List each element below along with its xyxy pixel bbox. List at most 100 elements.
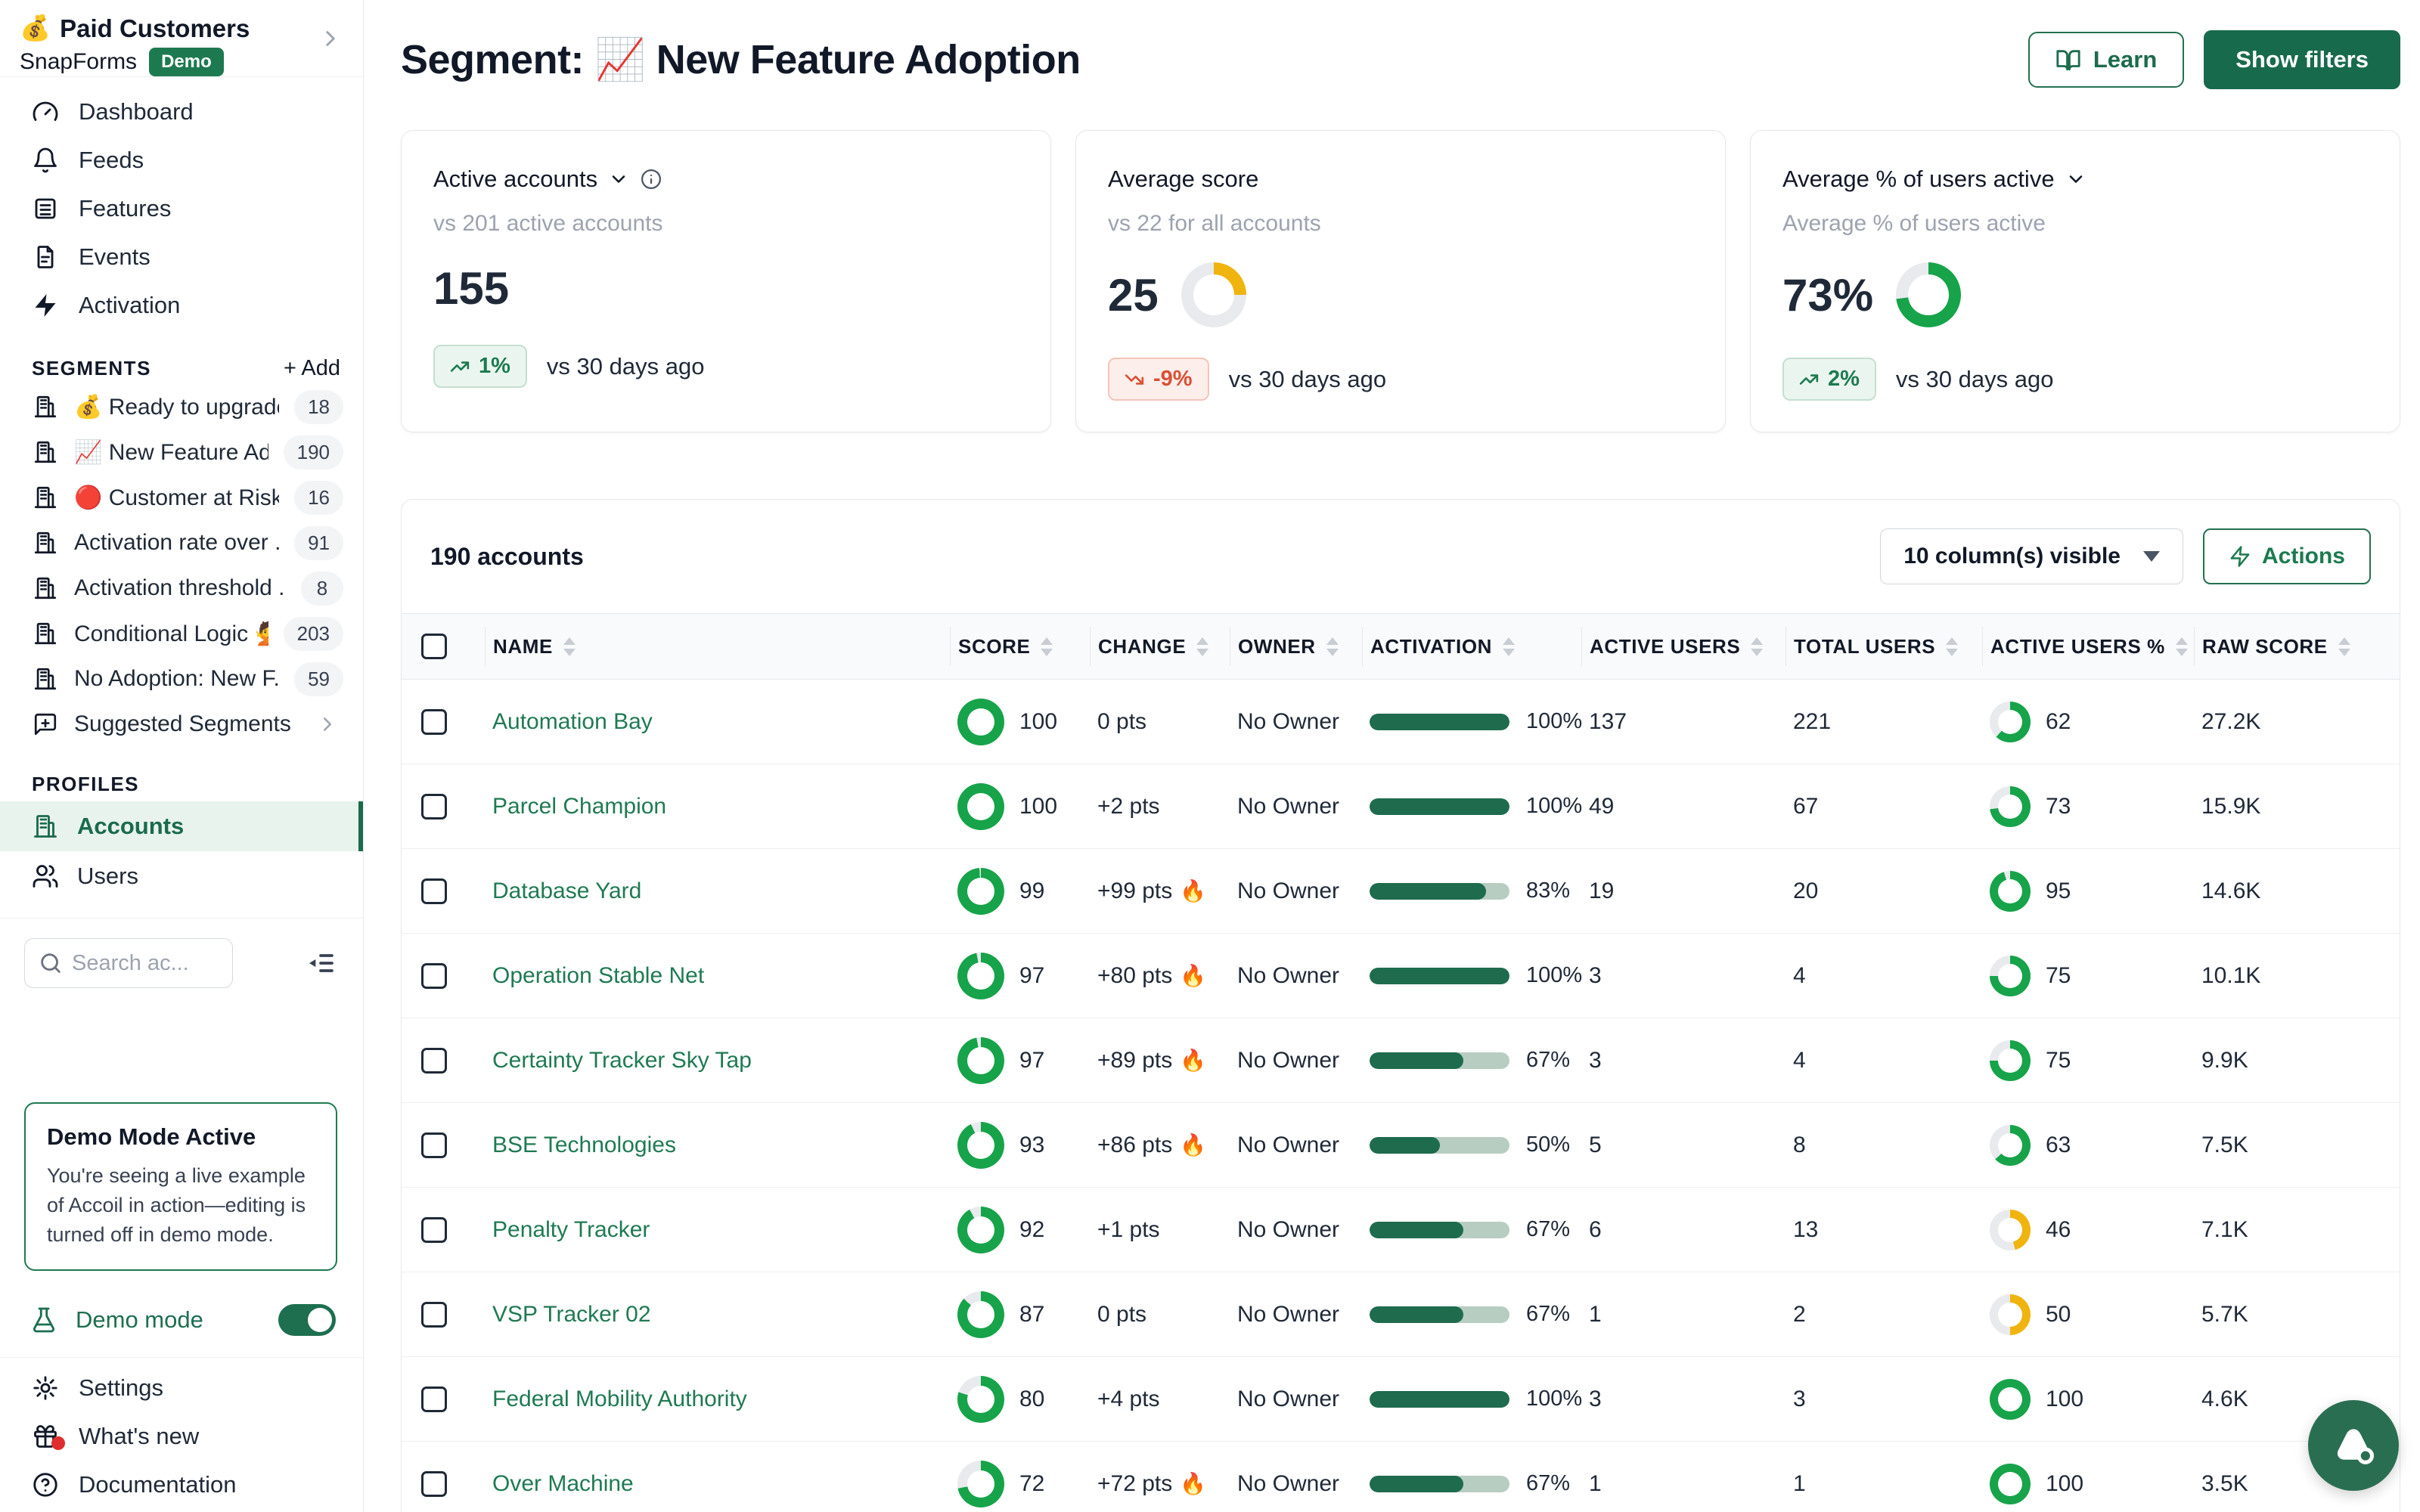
segment-item[interactable]: Activation threshold ... 8	[0, 565, 363, 611]
active-users-pct-value: 63	[2046, 1132, 2071, 1158]
active-users-pct-ring	[1990, 1125, 2031, 1166]
sidebar-item-dashboard[interactable]: Dashboard	[0, 88, 363, 136]
sidebar-item-accounts[interactable]: Accounts	[0, 801, 363, 851]
account-name-link[interactable]: Automation Bay	[492, 709, 653, 735]
column-header[interactable]: CHANGE	[1090, 627, 1230, 666]
chevron-right-icon[interactable]	[318, 26, 343, 51]
table-row: Federal Mobility Authority 80 +4 pts🔥 No…	[402, 1357, 2400, 1442]
sort-icon[interactable]	[2176, 637, 2188, 656]
active-users-pct-value: 46	[2046, 1217, 2071, 1243]
active-users-pct-ring	[1990, 956, 2031, 996]
row-checkbox[interactable]	[421, 963, 447, 989]
sidebar-item-suggested-segments[interactable]: Suggested Segments	[0, 702, 363, 747]
raw-score-value: 27.2K	[2201, 709, 2260, 735]
gift-icon	[32, 1423, 59, 1450]
divider	[0, 918, 363, 919]
column-header[interactable]: OWNER	[1230, 627, 1362, 666]
sidebar-item-users[interactable]: Users	[0, 851, 363, 901]
account-name-link[interactable]: Operation Stable Net	[492, 963, 704, 989]
active-users-value: 6	[1589, 1217, 1602, 1243]
table-body: Automation Bay 100 0 pts🔥 No Owner 100% …	[402, 680, 2400, 1512]
row-checkbox[interactable]	[421, 1387, 447, 1412]
suggested-segments-label: Suggested Segments	[74, 711, 301, 737]
sidebar-item-documentation[interactable]: Documentation	[0, 1461, 363, 1509]
segment-item[interactable]: Activation rate over ... 91	[0, 520, 363, 565]
sort-icon[interactable]	[563, 637, 576, 656]
sidebar-item-activation[interactable]: Activation	[0, 281, 363, 330]
column-header[interactable]: NAME	[485, 627, 950, 666]
account-name-link[interactable]: Penalty Tracker	[492, 1217, 650, 1243]
search-icon	[38, 950, 64, 976]
activation-bar	[1370, 1476, 1509, 1492]
sidebar-item-features[interactable]: Features	[0, 184, 363, 233]
segment-item[interactable]: Conditional Logic 🙅 203	[0, 611, 363, 656]
segment-item[interactable]: 🔴 Customer at Risk 16	[0, 475, 363, 520]
sort-icon[interactable]	[1751, 637, 1763, 656]
row-checkbox[interactable]	[421, 1302, 447, 1328]
sidebar-item-settings[interactable]: Settings	[0, 1364, 363, 1412]
activation-percent: 100%	[1526, 709, 1582, 734]
table-row: Database Yard 99 +99 pts🔥 No Owner 83% 1…	[402, 849, 2400, 934]
collapse-sidebar-icon[interactable]	[306, 948, 336, 978]
account-name-link[interactable]: Database Yard	[492, 878, 641, 904]
sort-icon[interactable]	[2338, 637, 2350, 656]
row-checkbox[interactable]	[421, 794, 447, 820]
column-header[interactable]: TOTAL USERS	[1786, 627, 1982, 666]
chevron-down-icon[interactable]	[2065, 169, 2086, 190]
actions-button[interactable]: Actions	[2203, 528, 2371, 584]
chevron-down-icon[interactable]	[608, 169, 629, 190]
sidebar-item-label: Events	[79, 243, 150, 271]
account-name-link[interactable]: Over Machine	[492, 1471, 634, 1497]
activation-bar	[1370, 1391, 1509, 1408]
sidebar-item-feeds[interactable]: Feeds	[0, 136, 363, 184]
info-icon[interactable]	[640, 168, 662, 191]
segment-label: Activation rate over ...	[74, 530, 279, 556]
workspace-header[interactable]: 💰 Paid Customers SnapForms Demo	[0, 0, 363, 77]
sort-icon[interactable]	[1196, 637, 1208, 656]
owner-label: No Owner	[1237, 878, 1339, 904]
segment-item[interactable]: 💰 Ready to upgrade 18	[0, 384, 363, 429]
row-checkbox[interactable]	[421, 1132, 447, 1158]
column-header[interactable]: ACTIVE USERS	[1581, 627, 1786, 666]
bell-icon	[32, 147, 59, 174]
segment-item[interactable]: No Adoption: New F... 59	[0, 656, 363, 702]
sort-icon[interactable]	[1041, 637, 1053, 656]
active-users-value: 19	[1589, 878, 1614, 904]
active-users-pct-value: 50	[2046, 1302, 2071, 1328]
sort-icon[interactable]	[1946, 637, 1958, 656]
owner-label: No Owner	[1237, 1387, 1339, 1412]
column-header[interactable]: SCORE	[950, 627, 1090, 666]
select-all-checkbox[interactable]	[421, 634, 447, 659]
row-checkbox[interactable]	[421, 1471, 447, 1497]
row-checkbox[interactable]	[421, 1217, 447, 1243]
add-segment-button[interactable]: + Add	[284, 356, 340, 381]
chat-fab-button[interactable]	[2308, 1400, 2399, 1491]
row-checkbox[interactable]	[421, 878, 447, 904]
row-checkbox[interactable]	[421, 709, 447, 735]
account-name-link[interactable]: Federal Mobility Authority	[492, 1387, 747, 1412]
building-icon	[32, 813, 59, 840]
fire-emoji: 🔥	[1180, 1048, 1206, 1073]
segment-item[interactable]: 📈 New Feature Ad... 190	[0, 429, 363, 475]
row-checkbox[interactable]	[421, 1048, 447, 1074]
active-users-pct-value: 75	[2046, 1048, 2071, 1074]
columns-visible-dropdown[interactable]: 10 column(s) visible	[1880, 528, 2183, 584]
account-name-link[interactable]: Certainty Tracker Sky Tap	[492, 1048, 752, 1074]
column-header[interactable]: RAW SCORE	[2194, 627, 2400, 666]
column-header[interactable]: ACTIVATION	[1362, 627, 1581, 666]
workspace-emoji: 💰	[20, 14, 51, 43]
change-value: +80 pts	[1097, 963, 1172, 989]
sort-icon[interactable]	[1503, 637, 1515, 656]
account-name-link[interactable]: BSE Technologies	[492, 1132, 676, 1158]
account-name-link[interactable]: Parcel Champion	[492, 794, 666, 820]
building-icon	[32, 438, 59, 466]
sort-icon[interactable]	[1326, 637, 1339, 656]
sidebar-item-whats-new[interactable]: What's new	[0, 1412, 363, 1461]
total-users-value: 4	[1793, 963, 1806, 989]
column-header[interactable]: ACTIVE USERS %	[1982, 627, 2194, 666]
sidebar-item-events[interactable]: Events	[0, 233, 363, 281]
demo-mode-toggle[interactable]	[278, 1304, 336, 1336]
learn-button[interactable]: Learn	[2028, 32, 2184, 88]
account-name-link[interactable]: VSP Tracker 02	[492, 1302, 651, 1328]
show-filters-button[interactable]: Show filters	[2204, 30, 2400, 89]
